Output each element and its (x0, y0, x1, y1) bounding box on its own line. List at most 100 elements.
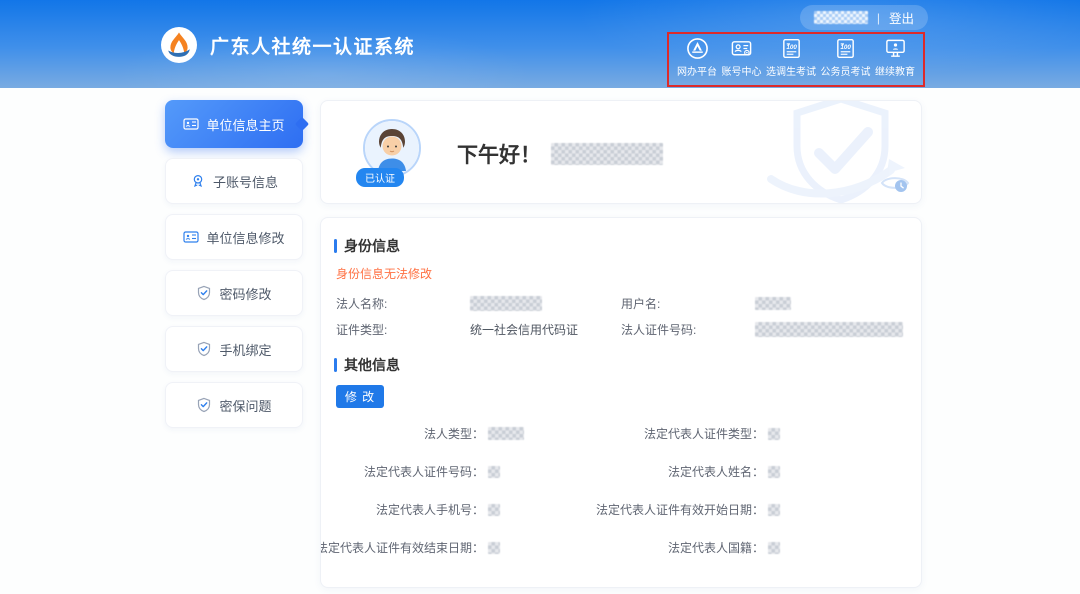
quick-link[interactable]: 100 公务员考试 (821, 36, 871, 84)
field-value (768, 428, 780, 440)
portal-icon (686, 36, 709, 60)
app-title: 广东人社统一认证系统 (210, 32, 415, 59)
quick-link-label: 选调生考试 (766, 63, 816, 78)
education-icon (884, 36, 907, 60)
field-label: 法人证件号码: (621, 321, 755, 338)
field-value (755, 322, 903, 337)
field-value (470, 296, 542, 311)
exam-100-icon: 100 (780, 36, 803, 60)
sidebar-item-label: 手机绑定 (219, 340, 271, 359)
svg-text:100: 100 (840, 44, 851, 51)
sidebar-item[interactable]: 手机绑定 (165, 326, 303, 372)
sidebar-item[interactable]: 单位信息主页 (165, 100, 303, 148)
identity-notice: 身份信息无法修改 (336, 265, 908, 282)
quick-link[interactable]: 网办平台 (677, 36, 717, 84)
field-label: 法人名称: (336, 295, 470, 312)
field-label: 法定代表人证件类型： (644, 425, 764, 442)
badge-icon (190, 173, 206, 189)
section-bar (334, 239, 337, 253)
field-label: 法定代表人证件有效开始日期： (596, 501, 764, 518)
identity-field: 法人证件号码: (621, 321, 908, 338)
verified-badge: 已认证 (356, 168, 404, 187)
edit-button[interactable]: 修 改 (336, 385, 384, 408)
other-fields: 法人类型： 法定代表人证件类型： 法定代表人证件号码： 法定代表 (334, 425, 908, 556)
avatar: 已认证 (363, 119, 425, 189)
sidebar-item-label: 单位信息主页 (206, 115, 284, 134)
other-section-title: 其他信息 (344, 355, 400, 375)
other-field: 法定代表人国籍： (614, 539, 908, 556)
sidebar-item[interactable]: 密保问题 (165, 382, 303, 428)
field-value (488, 427, 524, 440)
sidebar: 单位信息主页 子账号信息 单位信息修改 密码修改 (165, 100, 303, 438)
section-bar (334, 358, 337, 372)
main-content: 已认证 下午好！ 身份信息 身份信息无法修改 法人名称: (320, 100, 922, 588)
sidebar-item-label: 子账号信息 (213, 172, 278, 191)
user-display-name-masked (551, 143, 663, 165)
other-field: 法定代表人证件有效开始日期： (614, 501, 908, 518)
user-bar-separator: | (877, 11, 880, 25)
identity-field: 法人名称: (336, 295, 621, 312)
quick-link[interactable]: 账号中心 (722, 36, 762, 84)
quick-link[interactable]: 100 选调生考试 (766, 36, 816, 84)
shield-check-icon (196, 341, 212, 357)
sidebar-item-label: 密码修改 (219, 284, 271, 303)
field-value (768, 542, 780, 554)
field-value (488, 466, 500, 478)
quick-link-label: 网办平台 (677, 63, 717, 78)
identity-section-title: 身份信息 (344, 236, 400, 256)
active-arrow (295, 117, 309, 131)
page: 广东人社统一认证系统 | 登出 网办平台 账号中心 100 (0, 0, 1080, 594)
field-label: 法人类型： (424, 425, 484, 442)
idcard-icon (183, 116, 199, 132)
identity-field: 用户名: (621, 295, 908, 312)
field-label: 用户名: (621, 295, 755, 312)
eye-clock-icon (879, 172, 911, 199)
quick-link-label: 账号中心 (722, 63, 762, 78)
field-label: 法定代表人国籍： (668, 539, 764, 556)
quick-link[interactable]: 继续教育 (875, 36, 915, 84)
user-bar: | 登出 (800, 5, 928, 30)
other-field: 法定代表人证件有效结束日期： (334, 539, 614, 556)
idcard-icon (183, 229, 199, 245)
field-label: 法定代表人证件有效结束日期： (320, 539, 484, 556)
shield-check-icon (196, 285, 212, 301)
field-label: 法定代表人证件号码： (364, 463, 484, 480)
identity-fields: 法人名称: 用户名: 证件类型: 统一社会信用代码证 法人证件号码 (336, 295, 908, 338)
logout-button[interactable]: 登出 (889, 8, 914, 27)
identity-field: 证件类型: 统一社会信用代码证 (336, 321, 621, 338)
sidebar-item-label: 密保问题 (219, 396, 271, 415)
quick-link-label: 公务员考试 (821, 63, 871, 78)
header: 广东人社统一认证系统 | 登出 网办平台 账号中心 100 (0, 0, 1080, 88)
emblem-icon (160, 26, 198, 64)
greeting-line: 下午好！ (457, 139, 663, 169)
greeting-card: 已认证 下午好！ (320, 100, 922, 204)
field-label: 法定代表人手机号： (376, 501, 484, 518)
field-label: 法定代表人姓名： (668, 463, 764, 480)
greeting-text: 下午好！ (457, 139, 541, 169)
other-field: 法定代表人姓名： (614, 463, 908, 480)
other-field: 法定代表人证件类型： (614, 425, 908, 442)
username-masked (814, 11, 868, 24)
field-value (488, 504, 500, 516)
other-field: 法人类型： (334, 425, 614, 442)
sidebar-item[interactable]: 子账号信息 (165, 158, 303, 204)
sidebar-item[interactable]: 单位信息修改 (165, 214, 303, 260)
sidebar-item-label: 单位信息修改 (206, 228, 284, 247)
brand: 广东人社统一认证系统 (160, 26, 415, 64)
field-label: 证件类型: (336, 321, 470, 338)
identity-section-header: 身份信息 (334, 236, 908, 256)
sidebar-item[interactable]: 密码修改 (165, 270, 303, 316)
exam-100-icon: 100 (834, 36, 857, 60)
field-value (755, 297, 791, 310)
svg-text:100: 100 (786, 44, 797, 51)
quick-links: 网办平台 账号中心 100 选调生考试 100 公务员考试 (671, 36, 921, 84)
account-center-icon (730, 36, 753, 60)
quick-link-label: 继续教育 (875, 63, 915, 78)
field-value (488, 542, 500, 554)
other-field: 法定代表人证件号码： (334, 463, 614, 480)
field-value (768, 504, 780, 516)
field-value: 统一社会信用代码证 (470, 321, 578, 338)
other-section-header: 其他信息 (334, 355, 908, 375)
info-card: 身份信息 身份信息无法修改 法人名称: 用户名: 证件类 (320, 217, 922, 588)
other-field: 法定代表人手机号： (334, 501, 614, 518)
